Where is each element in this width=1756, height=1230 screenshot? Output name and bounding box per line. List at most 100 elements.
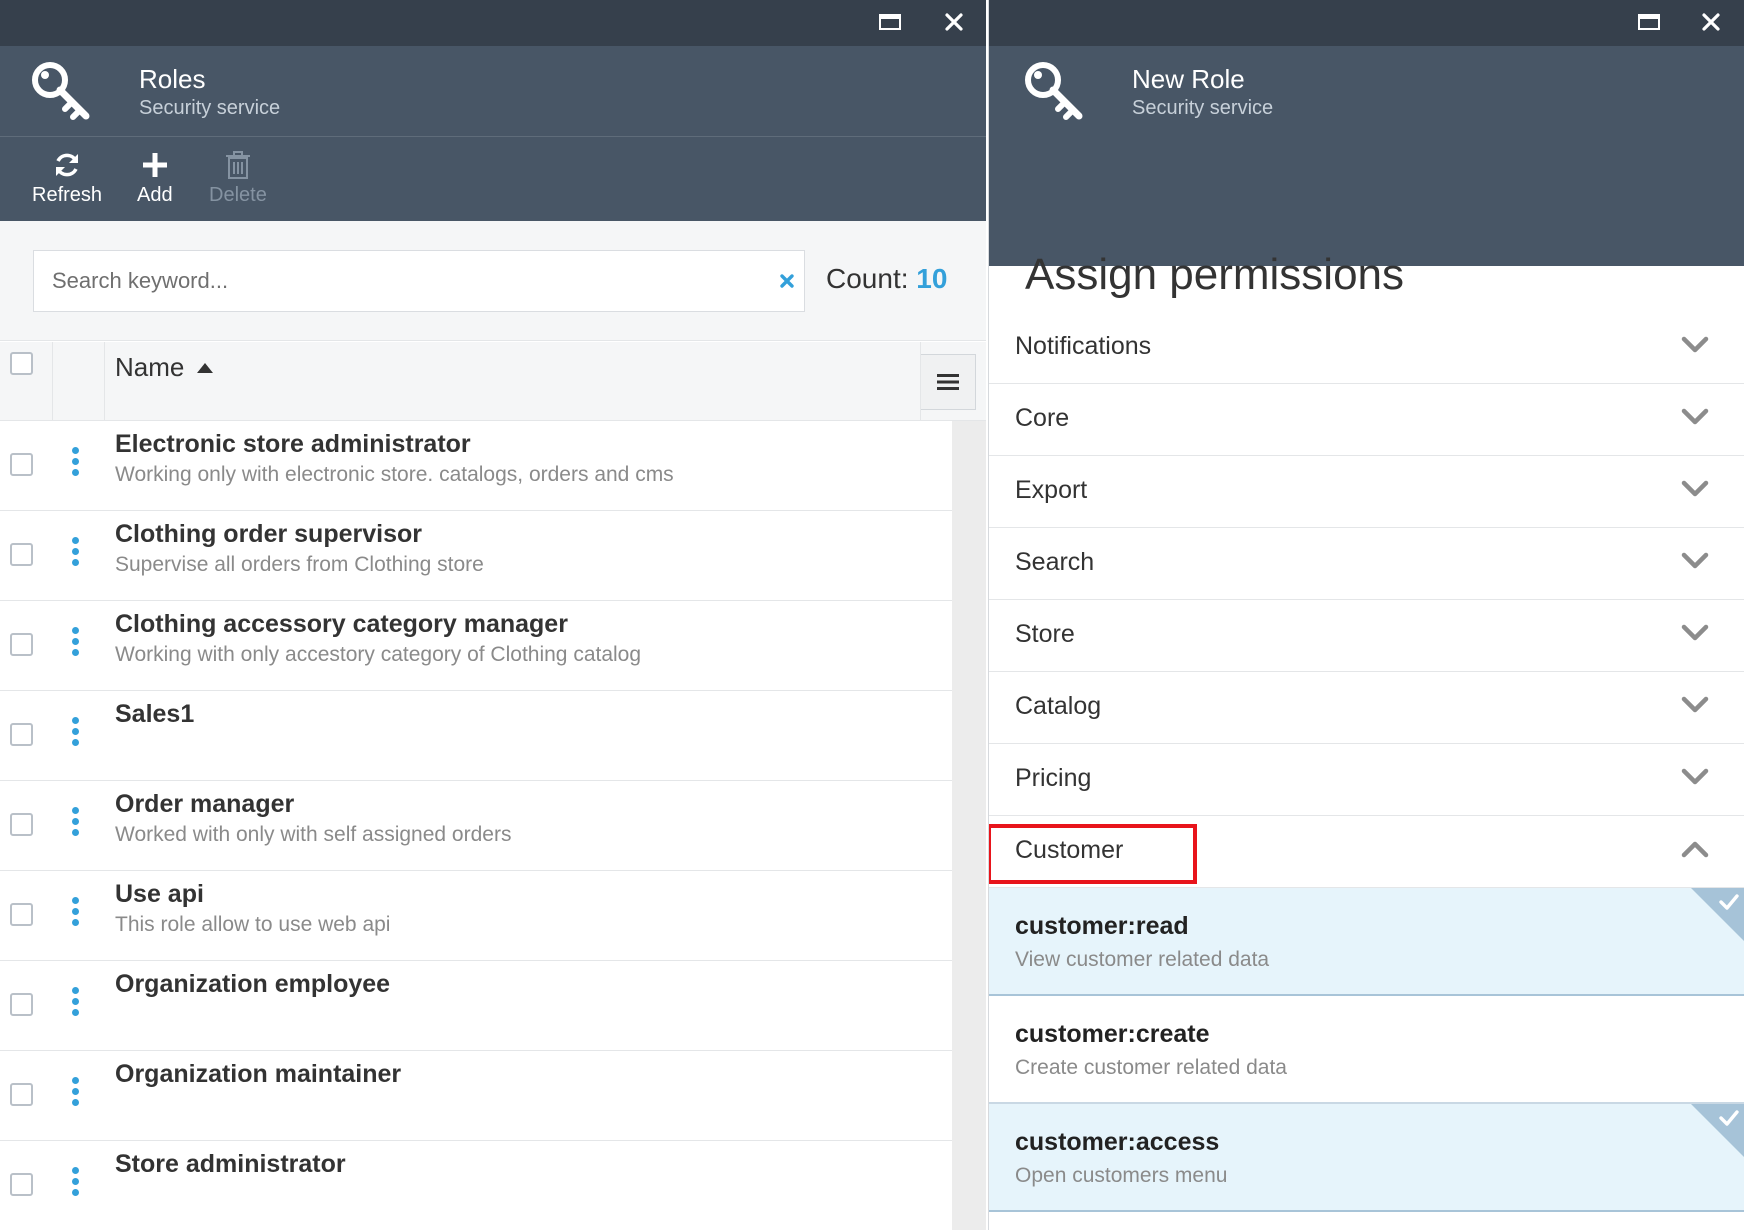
row-context-menu-icon[interactable]	[71, 987, 81, 1021]
row-context-menu-icon[interactable]	[71, 627, 81, 661]
row-context-menu-icon[interactable]	[71, 1167, 81, 1201]
blade-subtitle: Security service	[1132, 97, 1274, 119]
roles-toolbar: Refresh Add Delete	[0, 136, 986, 221]
role-description: Working only with electronic store. cata…	[115, 463, 674, 486]
table-row[interactable]: Sales1	[0, 691, 952, 781]
chevron-down-icon[interactable]	[1681, 624, 1709, 647]
permission-item[interactable]: customer:access Open customers menu	[989, 1104, 1744, 1212]
close-icon[interactable]	[1696, 9, 1726, 35]
check-icon	[1719, 1110, 1739, 1131]
table-row[interactable]: Use api This role allow to use web api	[0, 871, 952, 961]
row-context-menu-icon[interactable]	[71, 447, 81, 481]
roles-blade-header: Roles Security service	[0, 46, 986, 136]
column-menu-button[interactable]	[920, 354, 976, 410]
row-context-menu-icon[interactable]	[71, 897, 81, 931]
section-label: Store	[1015, 620, 1075, 648]
maximize-icon[interactable]	[1634, 9, 1664, 35]
role-description: Worked with only with self assigned orde…	[115, 823, 512, 846]
row-context-menu-icon[interactable]	[71, 537, 81, 571]
roles-window-bar	[0, 0, 986, 46]
add-button[interactable]: Add	[137, 147, 173, 207]
roles-grid: Name Electronic store administrator Worki…	[0, 342, 986, 1230]
clear-search-icon[interactable]	[776, 270, 798, 292]
role-name: Clothing accessory category manager	[115, 610, 568, 638]
section-export[interactable]: Export	[989, 456, 1744, 528]
table-row[interactable]: Clothing order supervisor Supervise all o…	[0, 511, 952, 601]
hamburger-icon	[937, 374, 959, 390]
refresh-label: Refresh	[32, 184, 103, 206]
section-label: Core	[1015, 404, 1070, 432]
grid-header: Name	[0, 342, 986, 421]
table-row[interactable]: Order manager Worked with only with self …	[0, 781, 952, 871]
count-value: 10	[916, 263, 948, 294]
role-name: Sales1	[115, 700, 195, 728]
role-name: Clothing order supervisor	[115, 520, 422, 548]
permission-name: customer:create	[1015, 1020, 1210, 1048]
section-notifications[interactable]: Notifications	[989, 312, 1744, 384]
section-label: Search	[1015, 548, 1095, 576]
table-row[interactable]: Organization employee	[0, 961, 952, 1051]
row-context-menu-icon[interactable]	[71, 1077, 81, 1111]
grid-scrollbar[interactable]	[952, 421, 986, 1230]
role-name: Order manager	[115, 790, 295, 818]
row-checkbox[interactable]	[10, 453, 33, 476]
row-checkbox[interactable]	[10, 633, 33, 656]
table-row[interactable]: Electronic store administrator Working on…	[0, 421, 952, 511]
section-search[interactable]: Search	[989, 528, 1744, 600]
select-all-checkbox[interactable]	[10, 352, 33, 375]
blade-subtitle: Security service	[139, 97, 281, 119]
sort-ascending-icon[interactable]	[197, 360, 213, 378]
refresh-icon	[52, 147, 82, 183]
row-checkbox[interactable]	[10, 543, 33, 566]
row-checkbox[interactable]	[10, 903, 33, 926]
search-row: Count: 10	[0, 221, 986, 341]
chevron-down-icon[interactable]	[1681, 768, 1709, 791]
row-checkbox[interactable]	[10, 1173, 33, 1196]
table-row[interactable]: Clothing accessory category manager Worki…	[0, 601, 952, 691]
role-description: Supervise all orders from Clothing store	[115, 553, 484, 576]
key-icon	[30, 60, 92, 127]
chevron-down-icon[interactable]	[1681, 696, 1709, 719]
chevron-down-icon[interactable]	[1681, 408, 1709, 431]
chevron-down-icon[interactable]	[1681, 480, 1709, 503]
permission-name: customer:read	[1015, 912, 1189, 940]
refresh-button[interactable]: Refresh	[32, 147, 102, 207]
role-name: Electronic store administrator	[115, 430, 471, 458]
name-column-header[interactable]: Name	[115, 352, 184, 383]
search-input[interactable]	[52, 251, 742, 311]
close-icon[interactable]	[939, 9, 969, 35]
table-row[interactable]: Organization maintainer	[0, 1051, 952, 1141]
add-label: Add	[137, 184, 173, 206]
section-pricing[interactable]: Pricing	[989, 744, 1744, 816]
section-catalog[interactable]: Catalog	[989, 672, 1744, 744]
permission-description: Create customer related data	[1015, 1056, 1287, 1079]
row-context-menu-icon[interactable]	[71, 807, 81, 841]
role-name: Store administrator	[115, 1150, 346, 1178]
right-gutter	[1744, 0, 1756, 1230]
delete-button[interactable]: Delete	[209, 147, 267, 207]
count-display: Count: 10	[826, 263, 947, 295]
row-context-menu-icon[interactable]	[71, 717, 81, 751]
row-checkbox[interactable]	[10, 993, 33, 1016]
role-name: Organization maintainer	[115, 1060, 402, 1088]
blade-title: New Role	[1132, 64, 1245, 94]
chevron-down-icon[interactable]	[1681, 552, 1709, 575]
section-core[interactable]: Core	[989, 384, 1744, 456]
row-checkbox[interactable]	[10, 723, 33, 746]
permission-item[interactable]: customer:create Create customer related d…	[989, 996, 1744, 1104]
permission-item[interactable]: customer:read View customer related data	[989, 888, 1744, 996]
section-label: Notifications	[1015, 332, 1152, 360]
section-customer[interactable]: Customer	[989, 816, 1744, 888]
delete-label: Delete	[209, 184, 267, 206]
row-checkbox[interactable]	[10, 813, 33, 836]
permission-name: customer:access	[1015, 1128, 1220, 1156]
section-store[interactable]: Store	[989, 600, 1744, 672]
table-row[interactable]: Store administrator	[0, 1141, 952, 1230]
key-icon	[1023, 60, 1085, 127]
chevron-up-icon[interactable]	[1681, 840, 1709, 863]
blade-title: Roles	[139, 64, 206, 94]
row-checkbox[interactable]	[10, 1083, 33, 1106]
chevron-down-icon[interactable]	[1681, 336, 1709, 359]
maximize-icon[interactable]	[875, 9, 905, 35]
column-divider	[920, 342, 921, 421]
